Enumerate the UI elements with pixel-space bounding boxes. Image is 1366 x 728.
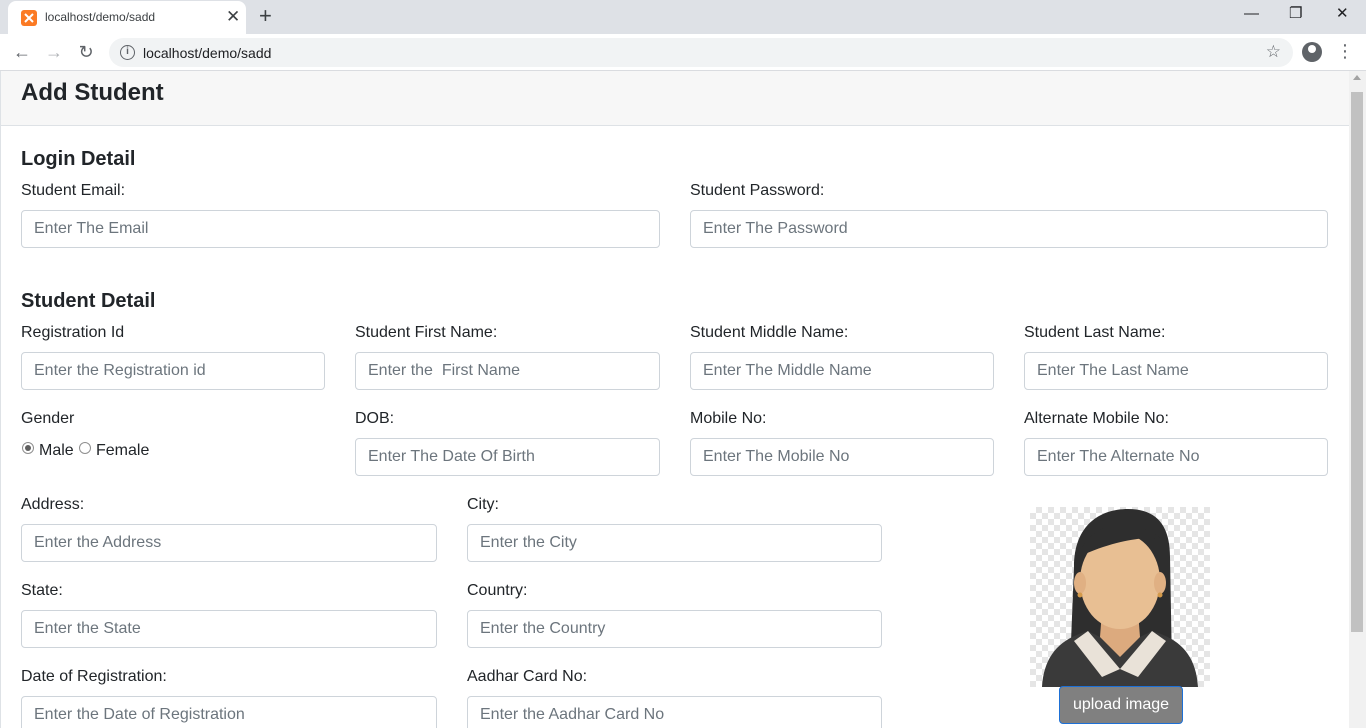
state-input[interactable] (21, 610, 437, 648)
url-text: localhost/demo/sadd (143, 45, 272, 61)
dob-label: DOB: (355, 410, 395, 427)
middle-name-input[interactable] (690, 352, 994, 390)
card-header: Add Student (1, 71, 1349, 126)
state-label: State: (21, 582, 63, 599)
tab-title: localhost/demo/sadd (45, 10, 156, 24)
city-input[interactable] (467, 524, 882, 562)
profile-avatar-icon[interactable] (1302, 42, 1322, 62)
tab-close-icon[interactable]: ✕ (226, 8, 240, 26)
dob-input[interactable] (355, 438, 660, 476)
aadhar-input[interactable] (467, 696, 882, 728)
gender-female-label: Female (96, 442, 150, 459)
gender-male-radio[interactable] (22, 442, 34, 454)
scroll-up-arrow-icon[interactable] (1353, 75, 1361, 80)
browser-tab-bar: localhost/demo/sadd ✕ + — ❐ ✕ (0, 0, 1366, 34)
page-scrollbar[interactable] (1349, 71, 1366, 728)
site-info-icon[interactable]: i (120, 45, 135, 60)
registration-date-input[interactable] (21, 696, 437, 728)
address-label: Address: (21, 496, 85, 513)
browser-toolbar: ← → ↻ i localhost/demo/sadd ☆ ⋮ (0, 34, 1366, 71)
student-email-input[interactable] (21, 210, 660, 248)
city-label: City: (467, 496, 499, 513)
country-label: Country: (467, 582, 528, 599)
restore-icon[interactable]: ❐ (1289, 5, 1302, 23)
registration-date-label: Date of Registration: (21, 668, 167, 685)
gender-male-label: Male (39, 442, 74, 459)
page-content: Add Student Login Detail Student Email: … (0, 71, 1349, 728)
student-detail-heading: Student Detail (21, 290, 156, 312)
forward-arrow-icon[interactable]: → (44, 42, 64, 62)
gender-female-radio[interactable] (79, 442, 91, 454)
student-photo-placeholder-icon (1030, 507, 1210, 687)
mobile-label: Mobile No: (690, 410, 767, 427)
student-password-input[interactable] (690, 210, 1328, 248)
browser-tab[interactable]: localhost/demo/sadd ✕ (8, 1, 246, 34)
middle-name-label: Student Middle Name: (690, 324, 849, 341)
reload-icon[interactable]: ↻ (76, 42, 96, 62)
xampp-favicon-icon (21, 10, 37, 26)
login-detail-heading: Login Detail (21, 148, 136, 170)
last-name-label: Student Last Name: (1024, 324, 1166, 341)
back-arrow-icon[interactable]: ← (12, 42, 32, 62)
upload-image-button[interactable]: upload image (1059, 686, 1183, 724)
browser-menu-icon[interactable]: ⋮ (1336, 40, 1354, 62)
window-close-icon[interactable]: ✕ (1336, 5, 1349, 23)
registration-id-input[interactable] (21, 352, 325, 390)
minimize-icon[interactable]: — (1244, 5, 1259, 23)
last-name-input[interactable] (1024, 352, 1328, 390)
student-password-label: Student Password: (690, 182, 825, 199)
first-name-input[interactable] (355, 352, 660, 390)
page-title: Add Student (21, 79, 164, 106)
alt-mobile-input[interactable] (1024, 438, 1328, 476)
first-name-label: Student First Name: (355, 324, 498, 341)
alt-mobile-label: Alternate Mobile No: (1024, 410, 1169, 427)
new-tab-icon[interactable]: + (259, 4, 272, 28)
gender-label: Gender (21, 410, 75, 427)
registration-id-label: Registration Id (21, 324, 125, 341)
aadhar-label: Aadhar Card No: (467, 668, 588, 685)
bookmark-star-icon[interactable]: ☆ (1266, 42, 1281, 62)
student-email-label: Student Email: (21, 182, 126, 199)
country-input[interactable] (467, 610, 882, 648)
mobile-input[interactable] (690, 438, 994, 476)
address-bar[interactable]: i localhost/demo/sadd ☆ (109, 38, 1293, 67)
scrollbar-thumb[interactable] (1351, 92, 1363, 632)
address-input[interactable] (21, 524, 437, 562)
